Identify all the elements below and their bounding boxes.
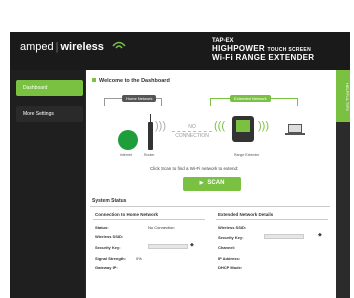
scan-instruction: Click Scan to find a Wi-Fi network to ex… — [150, 166, 239, 171]
brand-logo: amped | wireless — [20, 41, 104, 53]
signal-waves-icon: ))) — [258, 120, 269, 132]
home-ssid-label: Wireless SSID: — [95, 234, 124, 239]
signal-waves-icon: ((( — [214, 120, 225, 132]
dhcp-label: DHCP Mode: — [218, 265, 243, 270]
signal-waves-icon: ))) — [155, 120, 166, 132]
ext-key-label: Security Key: — [218, 235, 244, 240]
ip-label: IP Address: — [218, 256, 241, 261]
scan-button[interactable]: SCAN — [183, 177, 241, 191]
router-icon — [148, 122, 153, 150]
helpful-tips-tab[interactable]: HELPFUL TIPS — [336, 70, 350, 122]
laptop-base-icon — [285, 133, 305, 135]
divider — [93, 219, 205, 220]
app-window: amped | wireless TAP-EX HIGHPOWER TOUCH SC… — [0, 0, 354, 298]
system-status-title: System Status — [92, 198, 127, 204]
home-key-field[interactable] — [148, 244, 188, 249]
sidebar-item-more-settings[interactable]: More Settings — [16, 106, 83, 122]
gateway-label: Gateway IP: — [95, 265, 118, 270]
home-network-label: Home Network — [122, 95, 157, 102]
sidebar-item-dashboard[interactable]: Dashboard — [16, 80, 83, 96]
page-title: Welcome to the Dashboard — [92, 78, 170, 84]
wifi-logo-icon — [112, 41, 126, 49]
ext-key-field[interactable] — [264, 234, 304, 239]
laptop-icon — [288, 124, 302, 133]
status-value: No Connection — [148, 225, 175, 230]
extender-screen-icon — [236, 120, 250, 132]
home-network-heading: Connection to Home Network — [95, 212, 159, 217]
channel-label: Channel: — [218, 245, 236, 250]
product-line2: HIGHPOWER TOUCH SCREEN — [212, 44, 311, 53]
divider — [216, 219, 328, 220]
home-key-label: Security Key: — [95, 245, 121, 250]
status-label: Status: — [95, 225, 109, 230]
extended-network-label: Extended Network — [230, 95, 271, 102]
show-key-icon[interactable]: ◆ — [190, 242, 194, 248]
internet-caption: Internet — [120, 153, 132, 157]
no-connection-label: NO CONNECTION — [175, 124, 209, 139]
sidebar — [10, 70, 85, 298]
signal-value: 0% — [136, 256, 142, 261]
router-caption: Router — [144, 153, 155, 157]
divider — [90, 206, 330, 207]
brand-right: wireless — [60, 41, 104, 53]
product-line3: Wi-Fi RANGE EXTENDER — [212, 53, 315, 62]
show-key-icon[interactable]: ◆ — [318, 232, 322, 238]
internet-globe-icon — [118, 130, 138, 150]
extended-network-heading: Extended Network Details — [218, 212, 274, 217]
brand-left: amped — [20, 41, 54, 53]
product-title: TAP-EX HIGHPOWER TOUCH SCREEN Wi-Fi RANG… — [212, 38, 314, 62]
signal-label: Signal Strength: — [95, 256, 126, 261]
range-extender-caption: Range Extender — [234, 153, 260, 157]
ext-ssid-label: Wireless SSID: — [218, 225, 247, 230]
